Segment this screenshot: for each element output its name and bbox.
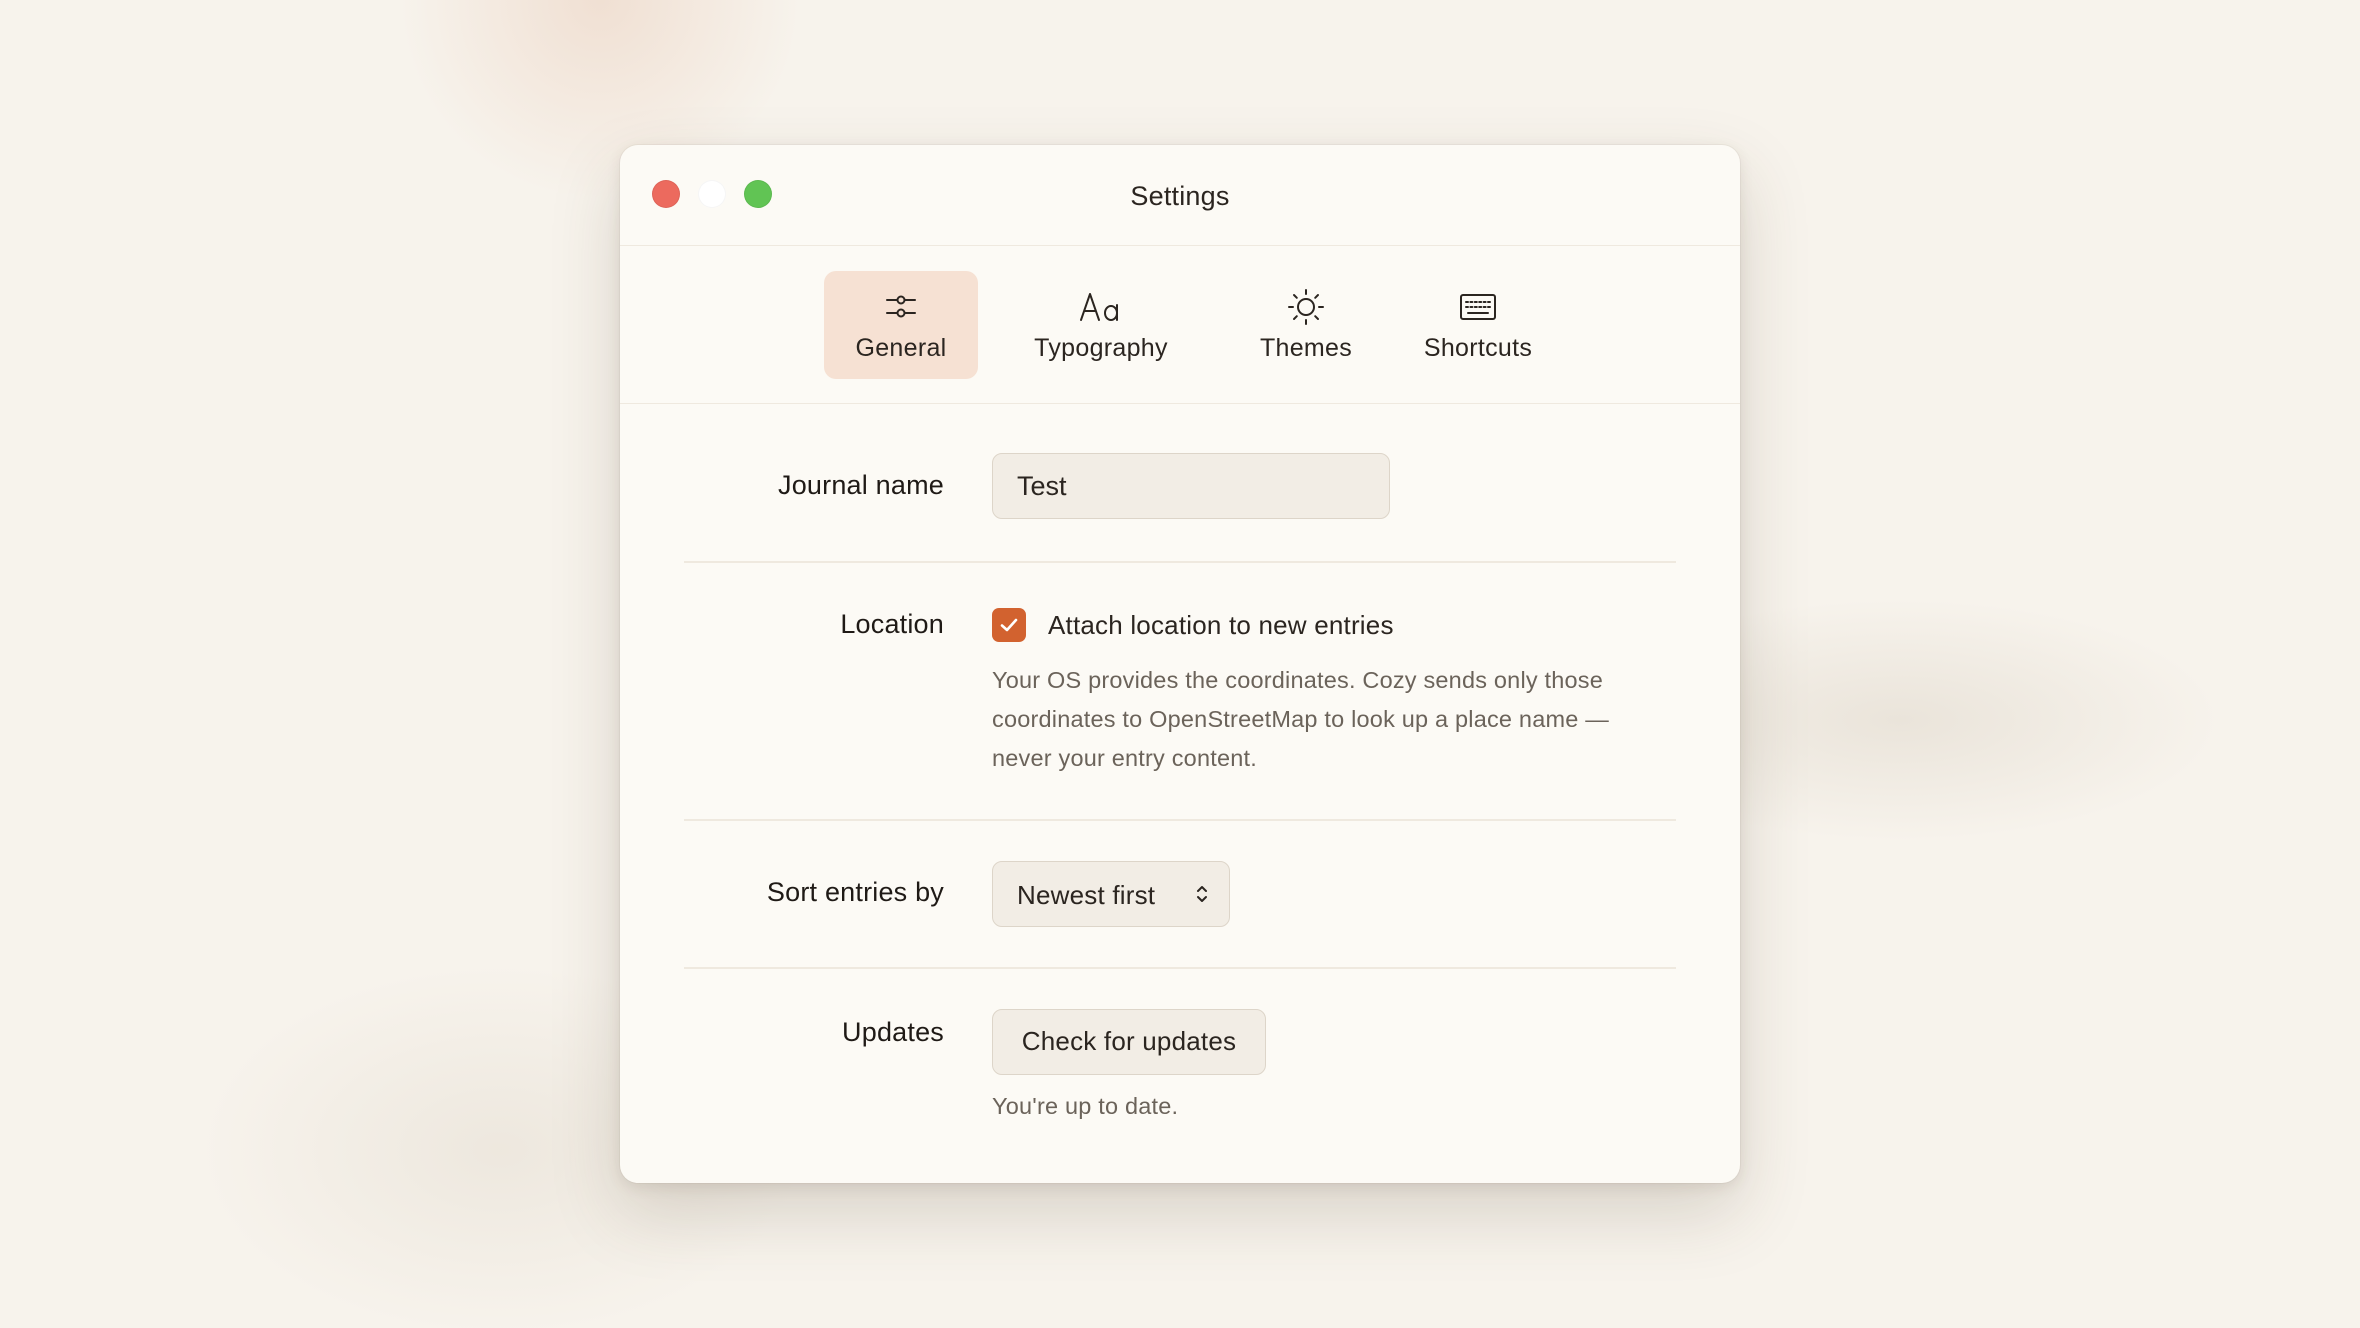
settings-window: Settings General Typography Themes Short… (620, 145, 1740, 1183)
sun-icon (1224, 287, 1388, 327)
journal-name-input[interactable] (992, 453, 1390, 519)
attach-location-checkbox[interactable] (992, 608, 1026, 642)
keyboard-icon (1394, 287, 1562, 327)
tab-typography-label: Typography (1034, 334, 1168, 362)
sliders-icon (824, 287, 978, 327)
sort-entries-select[interactable]: Newest first (992, 861, 1230, 927)
tab-themes-label: Themes (1259, 334, 1353, 362)
title-bar: Settings (620, 145, 1740, 246)
journal-name-label: Journal name (778, 470, 944, 500)
sort-entries-value: Newest first (1017, 880, 1156, 910)
sort-entries-label: Sort entries by (766, 877, 944, 907)
location-label: Location (840, 609, 944, 639)
divider (684, 967, 1676, 969)
tab-shortcuts[interactable]: Shortcuts (1394, 271, 1562, 379)
tab-themes[interactable]: Themes (1224, 271, 1388, 379)
typography-icon (1006, 287, 1196, 327)
attach-location-label[interactable]: Attach location to new entries (1048, 610, 1394, 641)
check-for-updates-button[interactable]: Check for updates (992, 1009, 1266, 1075)
divider (684, 561, 1676, 563)
settings-tab-bar: General Typography Themes Shortcuts (620, 245, 1740, 404)
tab-typography[interactable]: Typography (1006, 271, 1196, 379)
checkmark-icon (1000, 618, 1018, 632)
updown-chevron-icon (1195, 882, 1209, 911)
window-title: Settings (1130, 181, 1230, 211)
update-status-text: You're up to date. (992, 1093, 1179, 1119)
updates-label: Updates (842, 1017, 944, 1047)
tab-shortcuts-label: Shortcuts (1423, 334, 1533, 362)
tab-general-label: General (855, 334, 947, 362)
divider (684, 819, 1676, 821)
location-help-text: Your OS provides the coordinates. Cozy s… (992, 667, 1609, 771)
tab-general[interactable]: General (824, 271, 978, 379)
